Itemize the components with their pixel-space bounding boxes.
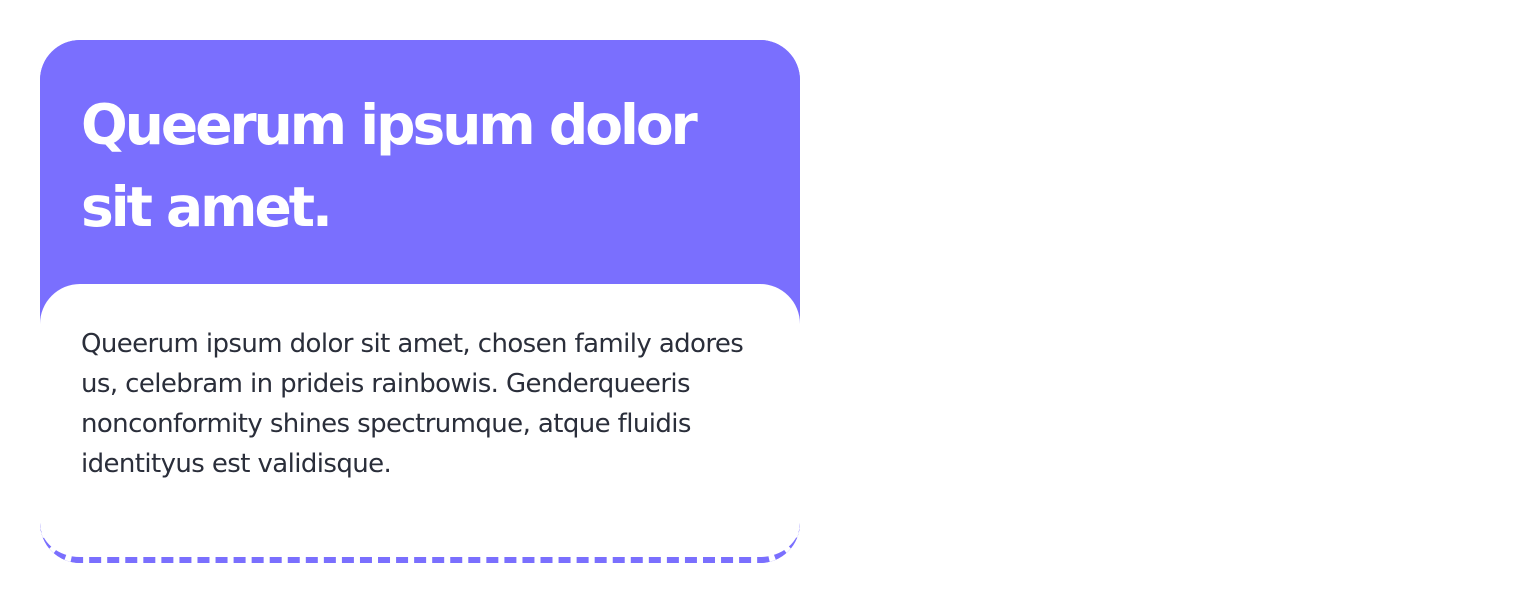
card-description: Queerum ipsum dolor sit amet, chosen fam…: [81, 329, 744, 479]
card-header: Queerum ipsum dolor sit amet.: [40, 40, 800, 300]
card-body: Queerum ipsum dolor sit amet, chosen fam…: [40, 284, 800, 563]
card-title: Queerum ipsum dolor sit amet.: [81, 93, 698, 239]
content-card: Queerum ipsum dolor sit amet. Queerum ip…: [40, 40, 800, 563]
